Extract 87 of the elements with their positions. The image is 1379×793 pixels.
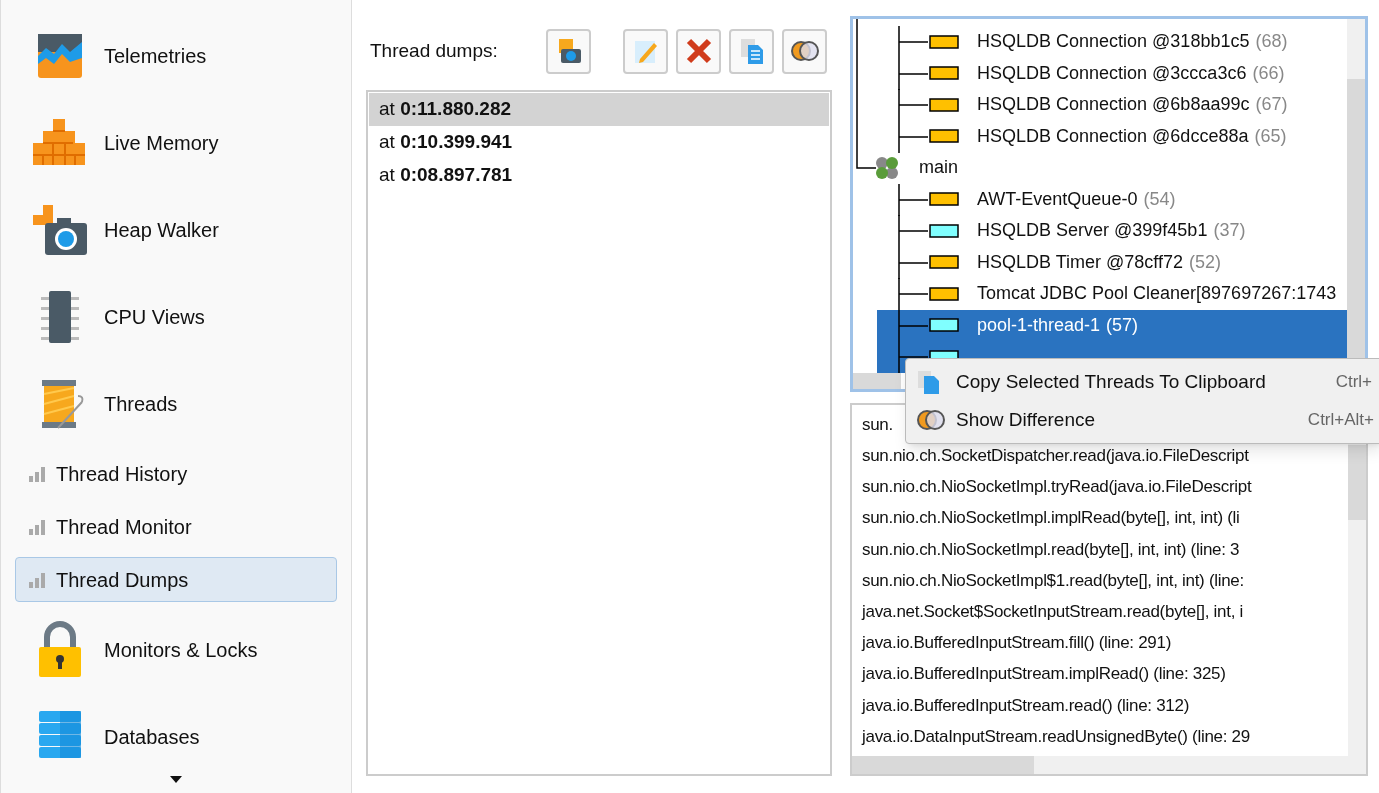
thread-id: (57) — [1106, 313, 1139, 337]
thread-name: AWT-EventQueue-0 — [977, 187, 1138, 211]
camera-icon — [31, 202, 89, 257]
sidebar-item[interactable]: Threads — [15, 360, 337, 447]
stack-frame: sun.nio.ch.NioSocketImpl$1.read(byte[], int, int) (line: — [862, 567, 1244, 594]
sidebar-item[interactable]: Live Memory — [15, 99, 337, 186]
thread-name: HSQLDB Connection @318bb1c5 — [977, 30, 1250, 54]
sidebar-item[interactable]: Databases — [15, 693, 337, 780]
thread-row[interactable]: HSQLDB Timer @78cff72 (52) — [877, 246, 1347, 278]
tree-connector — [898, 26, 928, 58]
take-dump-button[interactable] — [546, 28, 591, 74]
overlapping-circles-icon — [789, 40, 820, 62]
thread-row[interactable]: AWT-EventQueue-0 (54) — [877, 183, 1347, 215]
thread-name: HSQLDB Timer @78cff72 — [977, 250, 1183, 274]
thread-id: (52) — [1189, 250, 1222, 274]
stack-frame: sun.nio.ch.NioSocketImpl.implRead(byte[], int, int) (li — [862, 505, 1240, 531]
tree-connector — [898, 246, 928, 279]
thread-name: HSQLDB Server @399f45b1 — [977, 219, 1208, 243]
thread-dumps-label: Thread dumps: — [370, 38, 499, 63]
close-icon — [685, 38, 712, 64]
stack-frame: java.io.DataInputStream.readUnsignedByte() (line: 29 — [862, 723, 1250, 750]
stack-frame: sun.nio.ch.SocketDispatcher.read(java.io.FileDescript — [862, 443, 1249, 469]
sidebar-item[interactable]: Heap Walker — [15, 186, 337, 273]
thread-name: HSQLDB Connection @6b8aa99c — [977, 93, 1250, 117]
dump-item[interactable]: at 0:10.399.941 — [369, 126, 829, 159]
stack-frame: java.io.BufferedInputStream.read() (line: 312) — [862, 692, 1189, 719]
stack-frame: java.io.BufferedInputStream.implRead() (line: 325) — [862, 661, 1226, 687]
stack-frame: sun.nio.ch.NioSocketImpl.read(byte[], int, int) (line: 3 — [862, 536, 1240, 563]
menu-item-label: Show Difference — [956, 407, 1096, 432]
thread-group-name: main — [919, 156, 958, 180]
tree-connector — [898, 120, 928, 153]
sidebar-item[interactable]: Monitors & Locks — [15, 606, 337, 693]
scroll-down-icon[interactable] — [170, 776, 182, 783]
thread-row[interactable]: HSQLDB Server @399f45b1 (37) — [877, 215, 1347, 247]
menu-item[interactable]: Show Difference Ctrl+Alt+ — [906, 401, 1379, 439]
tree-connector — [898, 57, 928, 90]
sidebar-item[interactable]: Thread History — [15, 451, 337, 496]
thread-id: (37) — [1213, 219, 1246, 243]
thread-id: (54) — [1143, 187, 1176, 211]
tree-connector — [898, 215, 928, 247]
tree-connector — [898, 89, 928, 121]
bars-icon — [28, 465, 46, 482]
overlapping-circles-icon — [916, 409, 946, 431]
tree-connector — [898, 309, 928, 342]
thread-name: Tomcat JDBC Pool Cleaner[897697267:1743 — [977, 282, 1337, 306]
sidebar-item[interactable]: Thread Monitor — [15, 504, 337, 549]
compare-button[interactable] — [782, 28, 827, 74]
scrollbar[interactable] — [853, 373, 901, 389]
thread-name: HSQLDB Connection @6dcce88a — [977, 124, 1249, 148]
thread-row[interactable]: pool-1-thread-1 (57) — [877, 309, 1347, 341]
thread-row[interactable]: HSQLDB Connection @318bb1c5 (68) — [877, 26, 1347, 58]
sidebar-item[interactable]: Telemetries — [15, 12, 337, 99]
thread-id: (67) — [1255, 93, 1288, 117]
thread-id: (68) — [1255, 30, 1288, 54]
bars-icon — [28, 571, 46, 588]
shortcut-label: Ctrl+ — [1335, 371, 1372, 394]
bars-icon — [28, 518, 46, 535]
thread-row[interactable]: HSQLDB Connection @6b8aa99c (67) — [877, 89, 1347, 121]
thread-group-row[interactable]: main — [853, 152, 1347, 184]
stack-frame: java.net.Socket$SocketInputStream.read(byte[], int, i — [862, 598, 1243, 625]
dump-item[interactable]: at 0:11.880.282 — [369, 93, 829, 126]
thread-row[interactable]: HSQLDB Connection @6dcce88a (65) — [877, 120, 1347, 152]
menu-item[interactable]: Copy Selected Threads To Clipboard Ctrl+ — [906, 363, 1379, 401]
stack-frame: java.io.BufferedInputStream.fill() (line: 291) — [862, 630, 1172, 656]
delete-button[interactable] — [676, 28, 721, 74]
menu-item-label: Copy Selected Threads To Clipboard — [956, 369, 1266, 394]
rename-button[interactable] — [623, 28, 668, 74]
stack-frame: sun. — [862, 411, 893, 438]
sidebar-item[interactable]: Thread Dumps — [15, 557, 337, 602]
copy-button[interactable] — [729, 28, 774, 74]
tree-connector — [898, 183, 928, 216]
thread-name: pool-1-thread-1 — [977, 313, 1101, 337]
shortcut-label: Ctrl+Alt+ — [1307, 409, 1374, 432]
thread-row[interactable]: Tomcat JDBC Pool Cleaner[897697267:1743 — [877, 278, 1347, 310]
thread-id: (66) — [1252, 61, 1285, 85]
thread-id: (65) — [1254, 124, 1287, 148]
sidebar-item[interactable]: CPU Views — [15, 273, 337, 360]
documents-icon — [916, 369, 942, 395]
tree-connector — [898, 341, 928, 373]
scrollbar[interactable] — [852, 756, 1366, 774]
dump-item[interactable]: at 0:08.897.781 — [369, 159, 829, 192]
padlock-icon — [37, 620, 83, 679]
documents-icon — [738, 37, 765, 65]
thread-row[interactable]: HSQLDB Connection @3ccca3c6 (66) — [877, 57, 1347, 89]
thread-name: HSQLDB Connection @3ccca3c6 — [977, 61, 1247, 85]
stack-frame: sun.nio.ch.NioSocketImpl.tryRead(java.io.FileDescript — [862, 474, 1252, 500]
tree-connector — [898, 278, 928, 310]
